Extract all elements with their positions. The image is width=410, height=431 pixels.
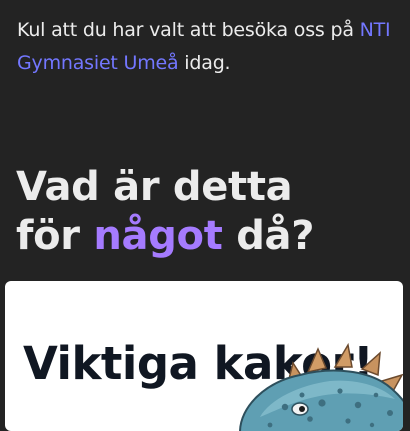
intro-text: Kul att du har valt att besöka oss på NT… [17, 14, 402, 80]
intro-before-link: Kul att du har valt att besöka oss på [17, 19, 360, 41]
cookie-info-card: Viktiga kakor! [5, 281, 403, 431]
section-heading: Vad är detta för något då? [16, 163, 406, 261]
heading-line-2-prefix: för [16, 213, 94, 259]
heading-line-2-suffix: då? [222, 213, 315, 259]
intro-after-link: idag. [178, 52, 231, 74]
heading-accent-word: något [93, 213, 223, 259]
heading-line-1: Vad är detta [16, 164, 293, 210]
